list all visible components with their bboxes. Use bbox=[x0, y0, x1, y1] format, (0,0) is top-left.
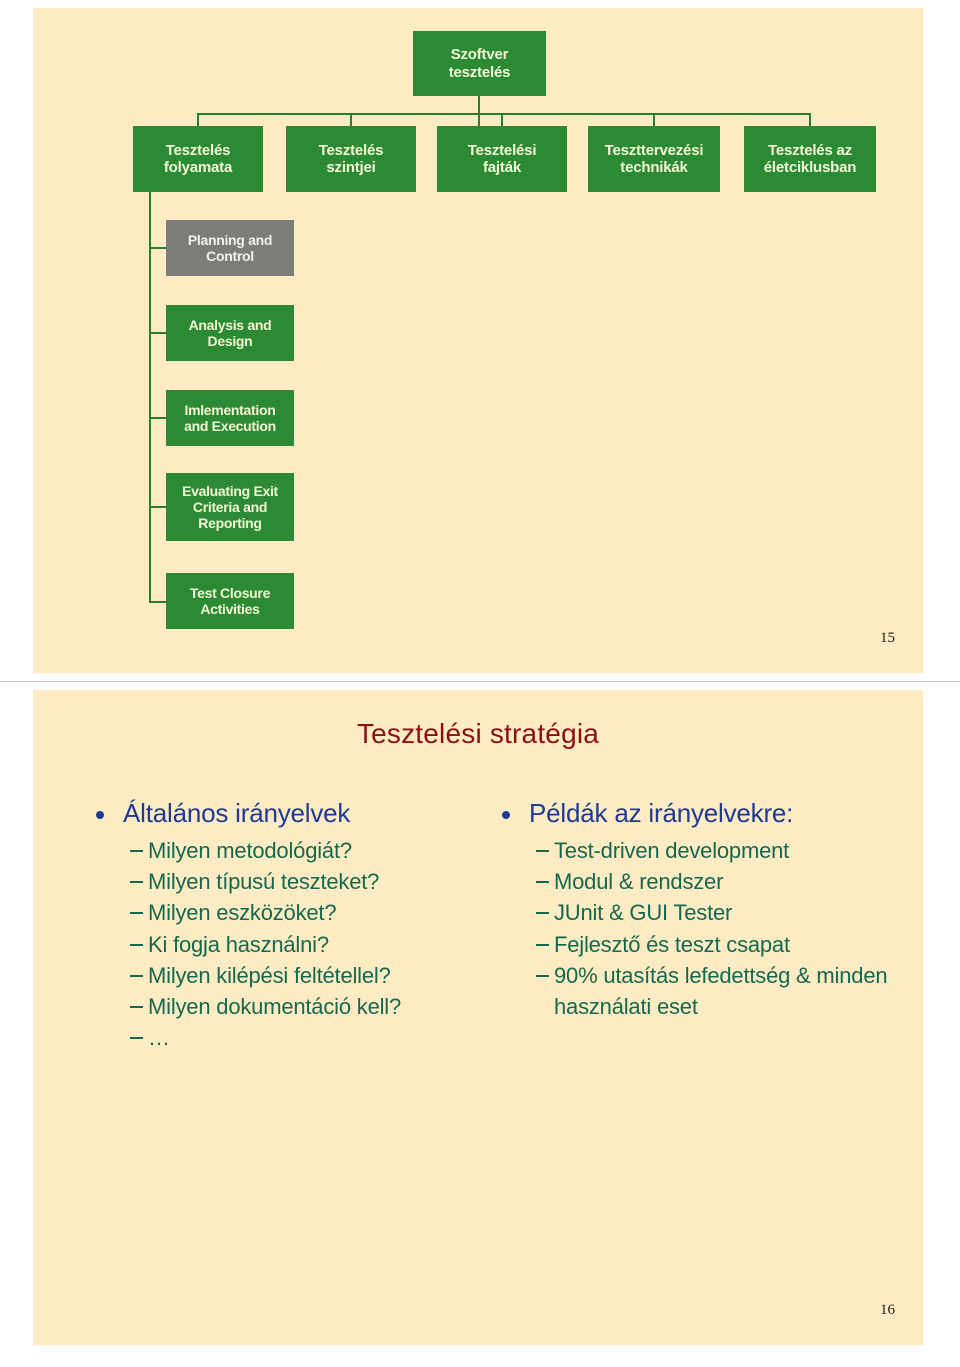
list-item-label: Milyen kilépési feltétellel? bbox=[148, 962, 391, 988]
diagram-node-evaluating-exit-criteria-and-reporting: Evaluating Exit Criteria and Reporting bbox=[166, 473, 294, 541]
dash-bullet-icon bbox=[536, 881, 549, 884]
connector-stub-2 bbox=[149, 332, 167, 334]
connector-stub-4 bbox=[149, 506, 167, 508]
diagram-node-teszteles-az-eletciklusban: Tesztelés az életciklusban bbox=[744, 126, 876, 192]
list-item-label: Ki fogja használni? bbox=[148, 931, 329, 957]
list-item: Test-driven development bbox=[495, 835, 915, 866]
bullet-heading-label: Általános irányelvek bbox=[123, 798, 351, 828]
connector-drop-2 bbox=[350, 113, 352, 126]
list-item-label: … bbox=[148, 1025, 170, 1051]
sub-bullet-list-left: Milyen metodológiát? Milyen típusú teszt… bbox=[89, 835, 509, 1054]
list-item-label: Milyen dokumentáció kell? bbox=[148, 994, 402, 1020]
slide-page-2: Tesztelési stratégia Általános irányelve… bbox=[0, 682, 960, 1367]
list-item-label: Fejlesztő és teszt csapat bbox=[554, 931, 790, 957]
content-column-left: Általános irányelvek Milyen metodológiát… bbox=[89, 798, 509, 1054]
diagram-node-label: Tesztelés folyamata bbox=[163, 141, 233, 176]
diagram-node-planning-and-control: Planning and Control bbox=[166, 220, 294, 276]
list-item: Milyen metodológiát? bbox=[89, 835, 509, 866]
page-title: Tesztelési stratégia bbox=[356, 718, 600, 749]
diagram-node-imlementation-and-execution: Imlementation and Execution bbox=[166, 390, 294, 446]
diagram-node-tesztelesi-folyamata: Tesztelés folyamata bbox=[133, 126, 263, 192]
bullet-dot-icon bbox=[96, 811, 104, 819]
slide-number-16: 16 bbox=[880, 1302, 895, 1318]
dash-bullet-icon bbox=[536, 912, 549, 915]
diagram-node-teszttervezesi-technikak: Teszttervezési technikák bbox=[588, 126, 720, 192]
dash-bullet-icon bbox=[130, 943, 143, 946]
connector-drop-4 bbox=[653, 113, 655, 126]
connector-root-vertical bbox=[478, 96, 480, 126]
bullet-heading-peldak-az-iranyelvekre: Példák az irányelvekre: bbox=[495, 798, 915, 829]
bullet-heading-altalanos-iranyelvek: Általános irányelvek bbox=[89, 798, 509, 829]
diagram-node-analysis-and-design: Analysis and Design bbox=[166, 305, 294, 361]
dash-bullet-icon bbox=[130, 912, 143, 915]
slide-canvas-strategy: Tesztelési stratégia Általános irányelve… bbox=[33, 690, 923, 1345]
diagram-node-root-label: Szoftver tesztelés bbox=[448, 46, 511, 81]
connector-stub-3 bbox=[149, 417, 167, 419]
diagram-node-label: Tesztelési fajták bbox=[467, 141, 537, 176]
dash-bullet-icon bbox=[130, 850, 143, 852]
diagram-node-label: Tesztelés szintjei bbox=[318, 141, 384, 176]
bullet-dot-icon bbox=[502, 811, 510, 819]
dash-bullet-icon bbox=[130, 974, 143, 977]
connector-process-spine bbox=[149, 192, 151, 602]
list-item: Milyen típusú teszteket? bbox=[89, 866, 509, 897]
diagram-node-label: Teszttervezési technikák bbox=[604, 141, 704, 176]
list-item: Milyen kilépési feltétellel? bbox=[89, 960, 509, 991]
diagram-node-root: Szoftver tesztelés bbox=[413, 31, 546, 96]
dash-bullet-icon bbox=[536, 850, 549, 852]
bullet-heading-label: Példák az irányelvekre: bbox=[529, 798, 794, 828]
dash-bullet-icon bbox=[536, 943, 549, 946]
slide-number-15: 15 bbox=[880, 630, 895, 646]
slide-canvas-diagram: Szoftver tesztelés Tesztelés folyamata T… bbox=[33, 8, 923, 673]
diagram-node-label: Test Closure Activities bbox=[189, 584, 271, 617]
connector-drop-5 bbox=[809, 113, 811, 126]
diagram-node-label: Planning and Control bbox=[187, 231, 273, 264]
dash-bullet-icon bbox=[130, 1037, 143, 1040]
diagram-node-label: Analysis and Design bbox=[188, 316, 272, 349]
diagram-node-tesztelesi-szintjei: Tesztelés szintjei bbox=[286, 126, 416, 192]
list-item: Ki fogja használni? bbox=[89, 929, 509, 960]
diagram-node-tesztelesi-fajtak: Tesztelési fajták bbox=[437, 126, 567, 192]
diagram-node-test-closure-activities: Test Closure Activities bbox=[166, 573, 294, 629]
connector-drop-1 bbox=[197, 113, 199, 126]
list-item: 90% utasítás lefedettség & minden haszná… bbox=[495, 960, 915, 1022]
slide-page-1: Szoftver tesztelés Tesztelés folyamata T… bbox=[0, 0, 960, 682]
list-item: JUnit & GUI Tester bbox=[495, 897, 915, 928]
diagram-node-label: Imlementation and Execution bbox=[184, 401, 276, 434]
dash-bullet-icon bbox=[536, 974, 549, 977]
list-item: … bbox=[89, 1022, 509, 1053]
connector-stub-5 bbox=[149, 601, 167, 603]
dash-bullet-icon bbox=[130, 881, 143, 884]
list-item-label: Test-driven development bbox=[554, 838, 790, 863]
list-item-label: Milyen metodológiát? bbox=[148, 838, 352, 863]
sub-bullet-list-right: Test-driven development Modul & rendszer… bbox=[495, 835, 915, 1022]
list-item-label: Milyen típusú teszteket? bbox=[148, 869, 380, 895]
list-item-label: Milyen eszközöket? bbox=[148, 900, 337, 926]
list-item-label: 90% utasítás lefedettség & minden haszná… bbox=[554, 962, 888, 1020]
diagram-node-label: Evaluating Exit Criteria and Reporting bbox=[182, 482, 278, 532]
list-item-label: Modul & rendszer bbox=[554, 869, 724, 895]
list-item: Milyen eszközöket? bbox=[89, 897, 509, 928]
list-item: Fejlesztő és teszt csapat bbox=[495, 929, 915, 960]
dash-bullet-icon bbox=[130, 1006, 143, 1009]
connector-drop-3 bbox=[501, 113, 503, 126]
list-item: Modul & rendszer bbox=[495, 866, 915, 897]
connector-horizontal-bus bbox=[197, 113, 810, 115]
list-item: Milyen dokumentáció kell? bbox=[89, 991, 509, 1022]
software-testing-tree-diagram: Szoftver tesztelés Tesztelés folyamata T… bbox=[33, 8, 923, 629]
connector-stub-1 bbox=[149, 247, 167, 249]
list-item-label: JUnit & GUI Tester bbox=[554, 900, 733, 926]
content-column-right: Példák az irányelvekre: Test-driven deve… bbox=[495, 798, 915, 1022]
diagram-node-label: Tesztelés az életciklusban bbox=[763, 141, 857, 176]
